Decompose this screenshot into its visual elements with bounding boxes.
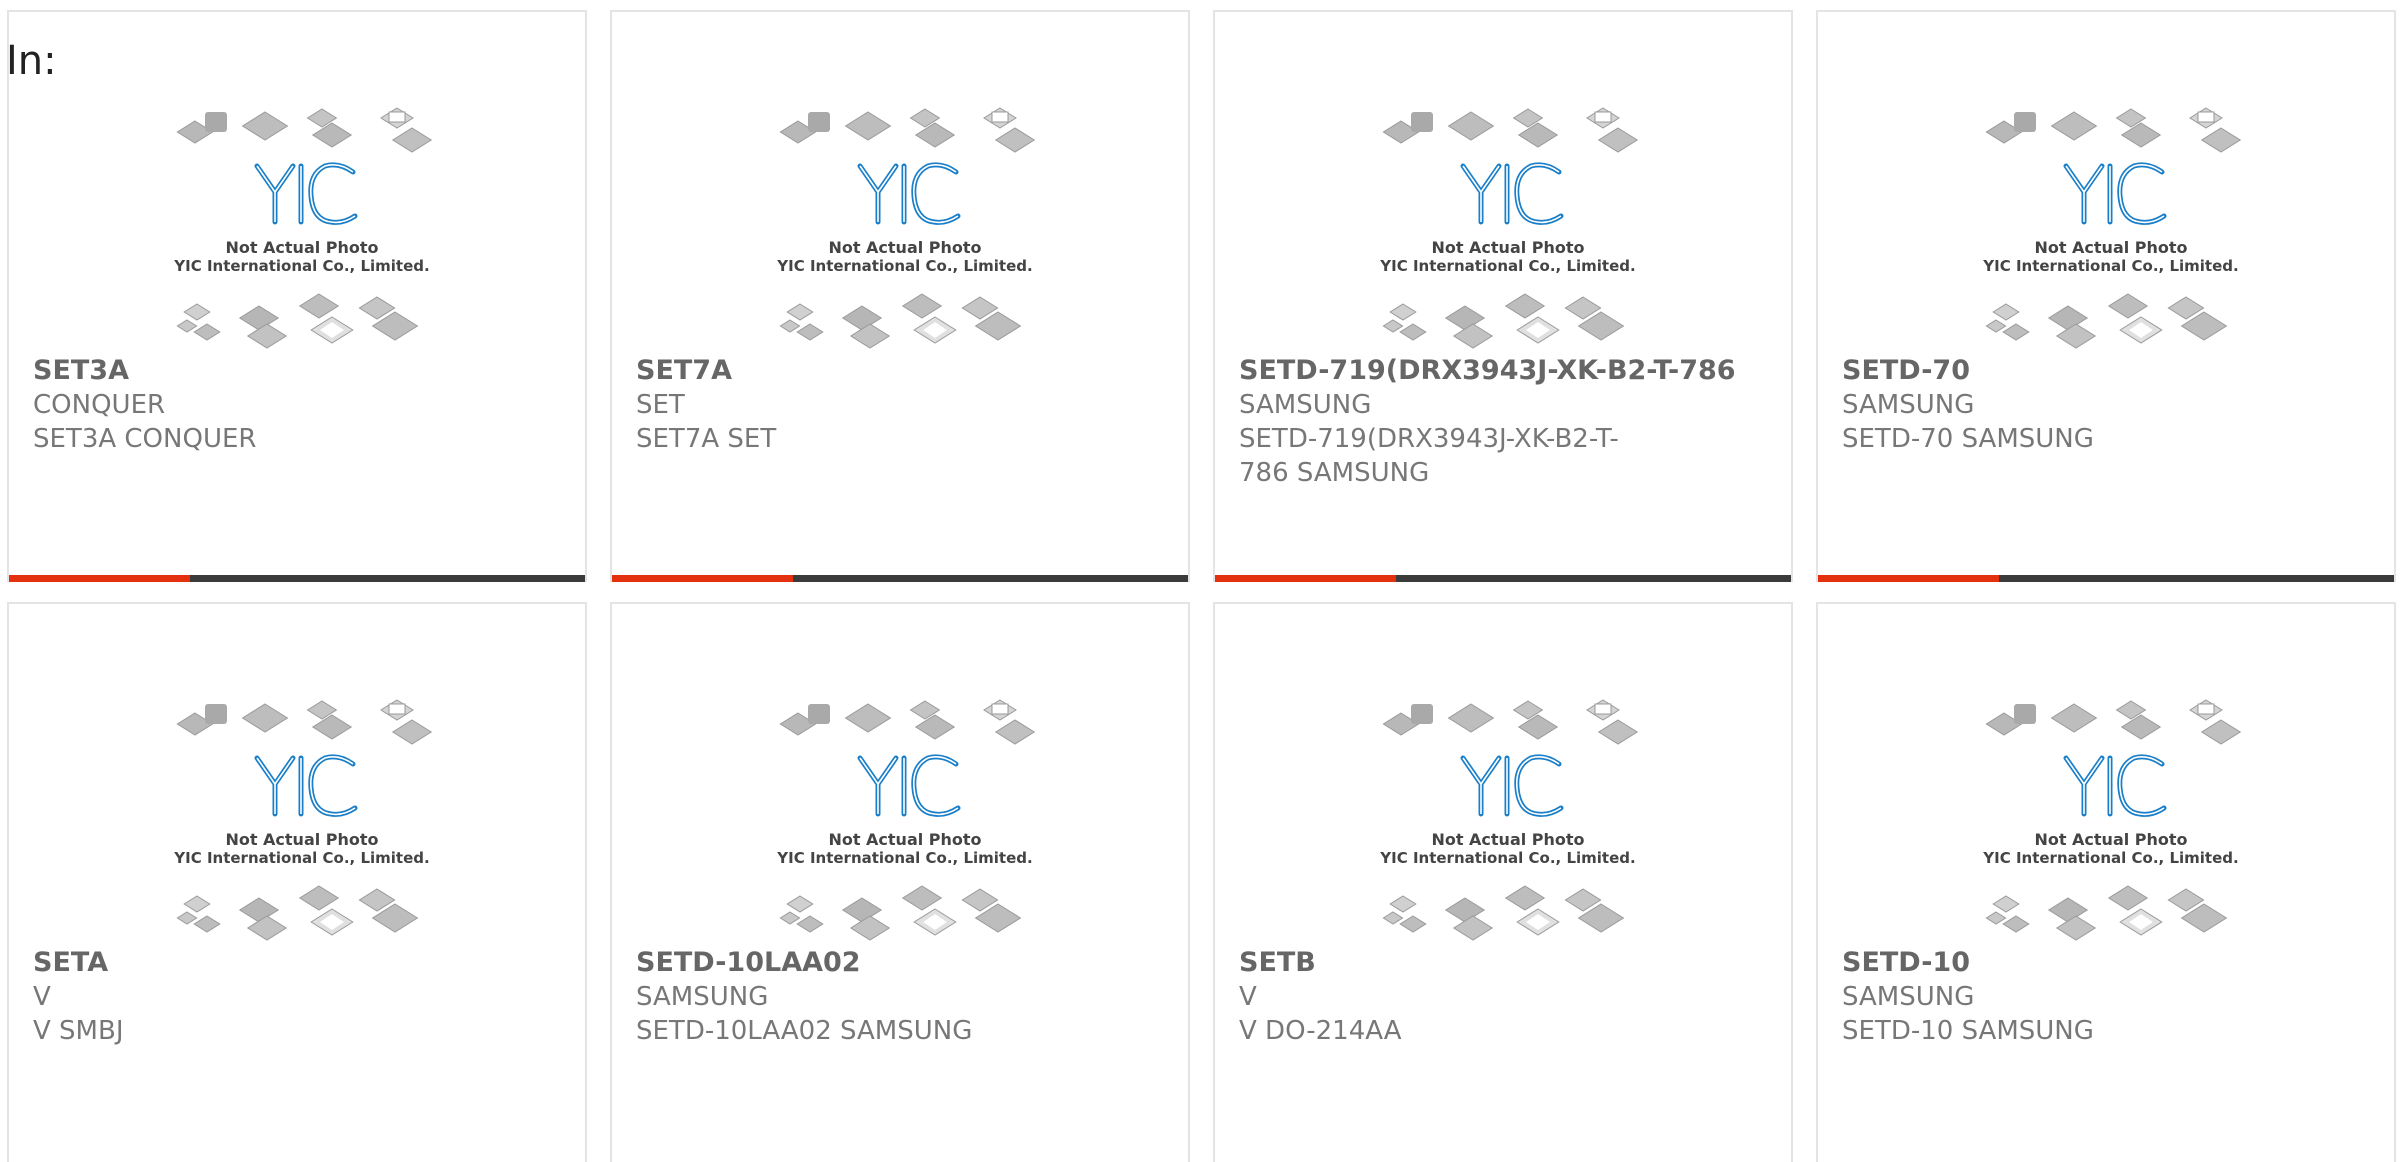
manufacturer: V	[1239, 982, 1257, 1012]
product-card[interactable]: Not Actual Photo YIC International Co., …	[7, 10, 587, 582]
product-thumbnail: Not Actual Photo YIC International Co., …	[770, 692, 1040, 942]
manufacturer: SET	[636, 390, 685, 420]
manufacturer: V	[33, 982, 51, 1012]
thumbnail-caption-line1: Not Actual Photo	[828, 830, 981, 849]
thumbnail-caption-line2: YIC International Co., Limited.	[1982, 257, 2238, 275]
thumbnail-caption-line2: YIC International Co., Limited.	[173, 849, 429, 867]
product-card[interactable]: Not Actual Photo YIC International Co., …	[1816, 10, 2396, 582]
chip-shapes-bottom	[176, 293, 419, 349]
product-description: V DO-214AA	[1239, 1016, 1402, 1046]
product-grid: Not Actual Photo YIC International Co., …	[7, 10, 2400, 1162]
chip-shapes-top	[1382, 107, 1639, 153]
thumbnail-caption-line2: YIC International Co., Limited.	[173, 257, 429, 275]
chip-shapes-top	[176, 699, 433, 745]
yic-logo	[2063, 754, 2167, 817]
thumbnail-caption-line1: Not Actual Photo	[1431, 238, 1584, 257]
thumbnail-caption-line2: YIC International Co., Limited.	[776, 257, 1032, 275]
part-number[interactable]: SET3A	[33, 354, 129, 388]
product-card[interactable]: Not Actual Photo YIC International Co., …	[610, 602, 1190, 1162]
product-thumbnail: Not Actual Photo YIC International Co., …	[1373, 692, 1643, 942]
yic-logo	[1460, 754, 1564, 817]
chip-shapes-top	[176, 107, 433, 153]
card-bar-accent	[9, 575, 190, 582]
product-description: SETD-10 SAMSUNG	[1842, 1016, 2094, 1046]
part-number[interactable]: SETD-70	[1842, 354, 1970, 388]
yic-logo	[1460, 162, 1564, 225]
card-bar-accent	[1818, 575, 1999, 582]
product-description: SET7A SET	[636, 424, 777, 454]
chip-shapes-bottom	[779, 293, 1022, 349]
part-number[interactable]: SETD-10LAA02	[636, 946, 861, 980]
manufacturer: SAMSUNG	[1239, 390, 1372, 420]
thumbnail-caption-line1: Not Actual Photo	[225, 830, 378, 849]
card-bar	[1215, 575, 1791, 582]
chip-shapes-bottom	[779, 885, 1022, 941]
card-bar	[612, 575, 1188, 582]
product-description: SETD-10LAA02 SAMSUNG	[636, 1016, 973, 1046]
product-card[interactable]: Not Actual Photo YIC International Co., …	[610, 10, 1190, 582]
product-thumbnail: Not Actual Photo YIC International Co., …	[770, 100, 1040, 350]
part-number[interactable]: SETB	[1239, 946, 1316, 980]
product-description: SET3A CONQUER	[33, 424, 257, 454]
thumbnail-caption-line1: Not Actual Photo	[2034, 830, 2187, 849]
chip-shapes-top	[1985, 699, 2242, 745]
chip-shapes-top	[779, 699, 1036, 745]
thumbnail-caption-line1: Not Actual Photo	[828, 238, 981, 257]
product-card[interactable]: Not Actual Photo YIC International Co., …	[7, 602, 587, 1162]
part-number[interactable]: SETD-10	[1842, 946, 1970, 980]
thumbnail-caption-line2: YIC International Co., Limited.	[1379, 849, 1635, 867]
card-bar-accent	[612, 575, 793, 582]
chip-shapes-bottom	[176, 885, 419, 941]
part-number[interactable]: SET7A	[636, 354, 732, 388]
thumbnail-caption-line2: YIC International Co., Limited.	[1982, 849, 2238, 867]
yic-logo	[254, 754, 358, 817]
thumbnail-caption-line1: Not Actual Photo	[225, 238, 378, 257]
chip-shapes-top	[1985, 107, 2242, 153]
product-card[interactable]: Not Actual Photo YIC International Co., …	[1213, 10, 1793, 582]
chip-shapes-bottom	[1985, 293, 2228, 349]
yic-logo	[857, 754, 961, 817]
chip-shapes-bottom	[1382, 293, 1625, 349]
product-description: SETD-719(DRX3943J-XK-B2-T-786 SAMSUNG	[1239, 424, 1619, 488]
product-listing-page: In: Not Actual Photo YIC International C…	[0, 0, 2400, 1162]
chip-shapes-top	[1382, 699, 1639, 745]
part-number[interactable]: SETA	[33, 946, 108, 980]
part-number[interactable]: SETD-719(DRX3943J-XK-B2-T-786	[1239, 354, 1736, 388]
yic-logo	[254, 162, 358, 225]
product-description: SETD-70 SAMSUNG	[1842, 424, 2094, 454]
product-thumbnail: Not Actual Photo YIC International Co., …	[1976, 100, 2246, 350]
card-bar	[9, 575, 585, 582]
card-bar-accent	[1215, 575, 1396, 582]
product-thumbnail: Not Actual Photo YIC International Co., …	[1373, 100, 1643, 350]
chip-shapes-bottom	[1985, 885, 2228, 941]
manufacturer: SAMSUNG	[1842, 390, 1975, 420]
product-card[interactable]: Not Actual Photo YIC International Co., …	[1816, 602, 2396, 1162]
manufacturer: CONQUER	[33, 390, 166, 420]
thumbnail-caption-line1: Not Actual Photo	[2034, 238, 2187, 257]
yic-logo	[857, 162, 961, 225]
product-card[interactable]: Not Actual Photo YIC International Co., …	[1213, 602, 1793, 1162]
manufacturer: SAMSUNG	[1842, 982, 1975, 1012]
product-thumbnail: Not Actual Photo YIC International Co., …	[167, 692, 437, 942]
product-thumbnail: Not Actual Photo YIC International Co., …	[167, 100, 437, 350]
in-label: In:	[6, 38, 57, 84]
manufacturer: SAMSUNG	[636, 982, 769, 1012]
card-bar	[1818, 575, 2394, 582]
thumbnail-caption-line1: Not Actual Photo	[1431, 830, 1584, 849]
product-description: V SMBJ	[33, 1016, 124, 1046]
product-thumbnail: Not Actual Photo YIC International Co., …	[1976, 692, 2246, 942]
thumbnail-caption-line2: YIC International Co., Limited.	[1379, 257, 1635, 275]
chip-shapes-bottom	[1382, 885, 1625, 941]
thumbnail-caption-line2: YIC International Co., Limited.	[776, 849, 1032, 867]
yic-logo	[2063, 162, 2167, 225]
chip-shapes-top	[779, 107, 1036, 153]
